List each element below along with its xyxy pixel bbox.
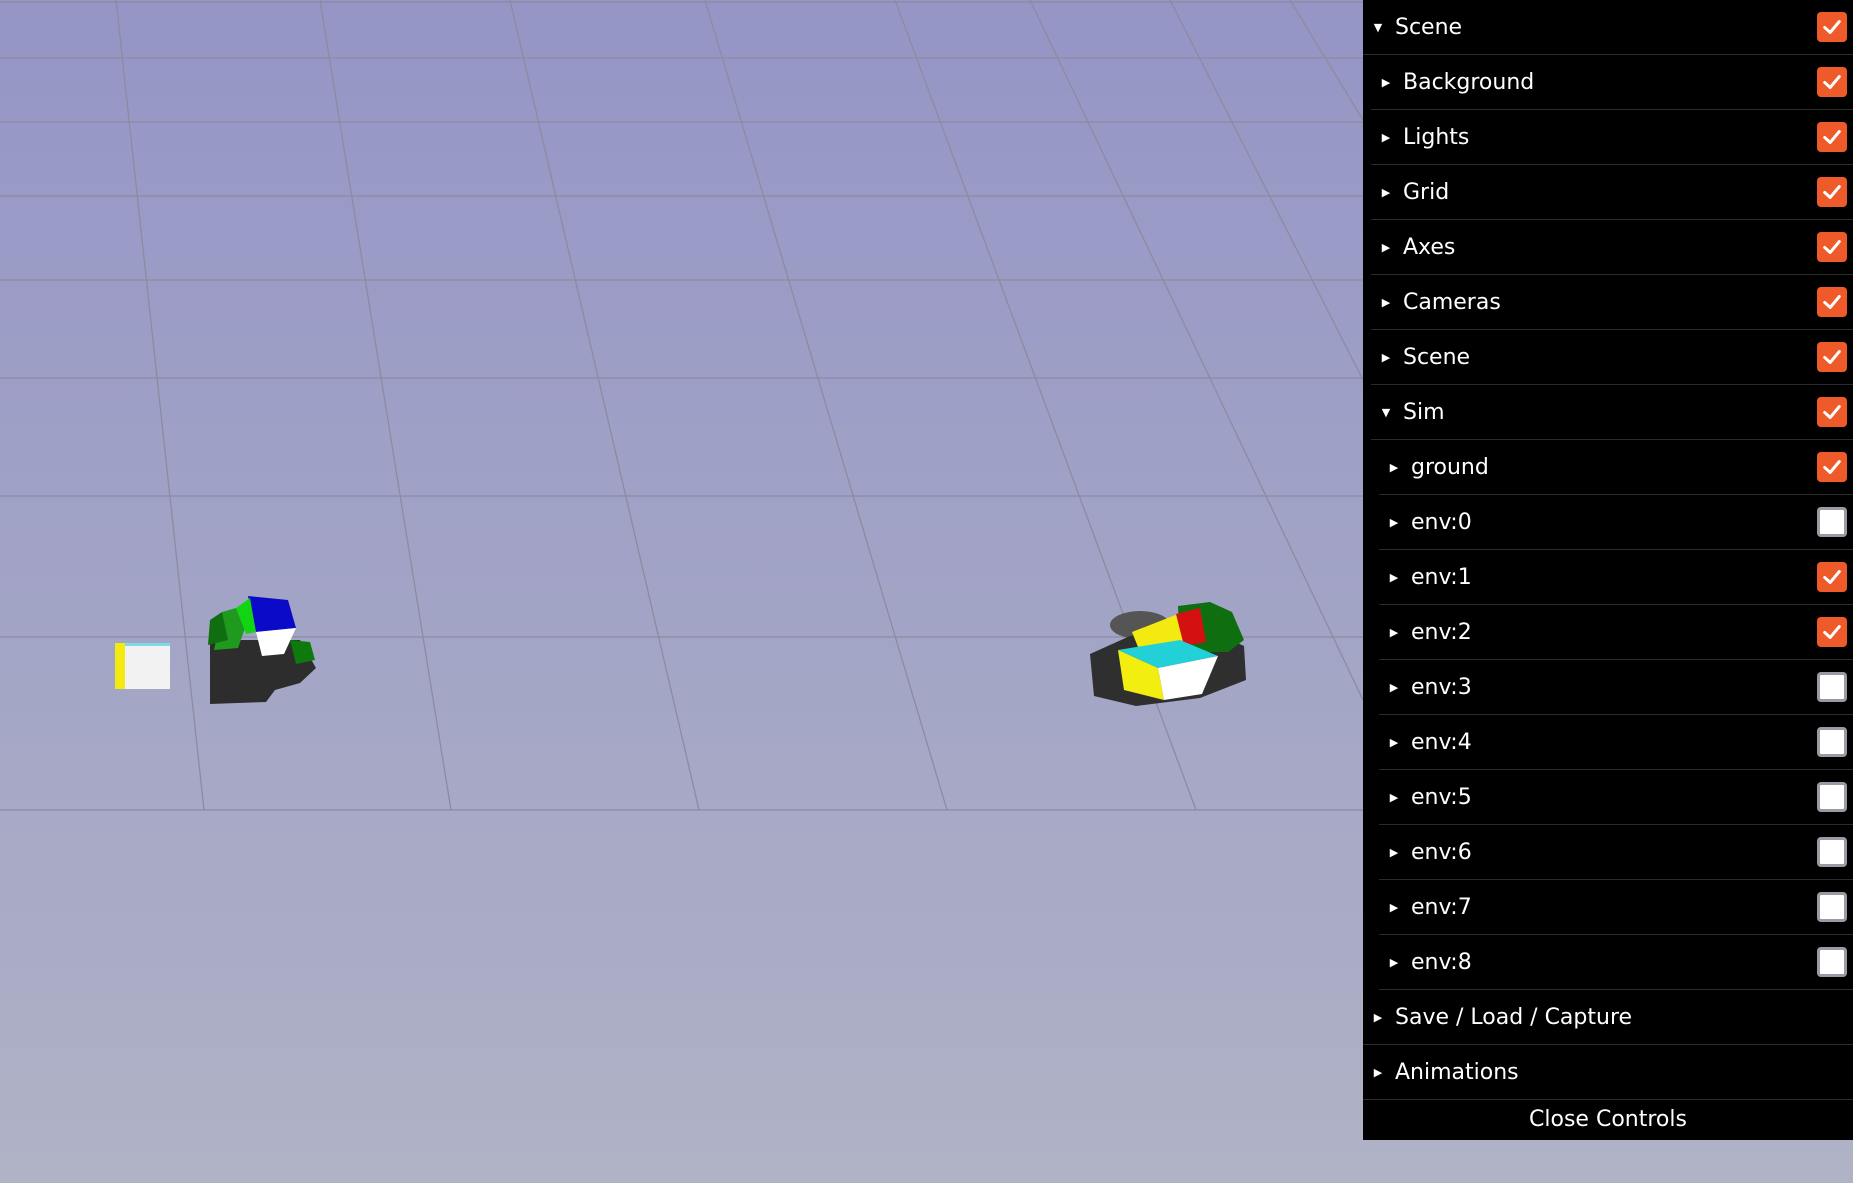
- folder-save-load-capture[interactable]: ▶ Save / Load / Capture: [1363, 990, 1853, 1045]
- checkmark-icon: [1823, 460, 1841, 474]
- chevron-right-icon: ▶: [1381, 241, 1391, 254]
- sim-item-label: env:3: [1411, 675, 1472, 700]
- checkmark-icon: [1823, 570, 1841, 584]
- folder-axes[interactable]: ▶ Axes: [1371, 220, 1853, 275]
- checkmark-icon: [1823, 75, 1841, 89]
- checkmark-icon: [1823, 20, 1841, 34]
- background-visibility-checkbox[interactable]: [1817, 67, 1847, 97]
- folder-animations[interactable]: ▶ Animations: [1363, 1045, 1853, 1100]
- chevron-right-icon: ▶: [1373, 1066, 1383, 1079]
- folder-label: Lights: [1403, 125, 1470, 150]
- sim-item-env-7[interactable]: ▶ env:7: [1379, 880, 1853, 935]
- sim-item-label: env:8: [1411, 950, 1472, 975]
- grid-visibility-checkbox[interactable]: [1817, 177, 1847, 207]
- chevron-right-icon: ▶: [1373, 1011, 1383, 1024]
- folder-label: Axes: [1403, 235, 1456, 260]
- sim-item-label: ground: [1411, 455, 1489, 480]
- chevron-right-icon: ▶: [1389, 461, 1399, 474]
- chevron-right-icon: ▶: [1389, 626, 1399, 639]
- chevron-right-icon: ▶: [1389, 956, 1399, 969]
- env1-robot-hand: [115, 596, 316, 704]
- sim-item-env-1[interactable]: ▶ env:1: [1379, 550, 1853, 605]
- folder-label: Background: [1403, 70, 1535, 95]
- sim-item-env-0[interactable]: ▶ env:0: [1379, 495, 1853, 550]
- checkmark-icon: [1823, 405, 1841, 419]
- chevron-right-icon: ▶: [1389, 516, 1399, 529]
- env-1-visibility-checkbox[interactable]: [1817, 562, 1847, 592]
- folder-sim[interactable]: ▼ Sim: [1371, 385, 1853, 440]
- chevron-right-icon: ▶: [1381, 296, 1391, 309]
- checkmark-icon: [1823, 185, 1841, 199]
- sim-item-label: env:4: [1411, 730, 1472, 755]
- sim-item-env-3[interactable]: ▶ env:3: [1379, 660, 1853, 715]
- env-8-visibility-checkbox[interactable]: [1817, 947, 1847, 977]
- folder-lights[interactable]: ▶ Lights: [1371, 110, 1853, 165]
- chevron-right-icon: ▶: [1389, 681, 1399, 694]
- folder-scene[interactable]: ▶ Scene: [1371, 330, 1853, 385]
- sim-item-label: env:0: [1411, 510, 1472, 535]
- chevron-right-icon: ▶: [1389, 736, 1399, 749]
- env-7-visibility-checkbox[interactable]: [1817, 892, 1847, 922]
- env-6-visibility-checkbox[interactable]: [1817, 837, 1847, 867]
- chevron-right-icon: ▶: [1389, 846, 1399, 859]
- folder-label: Cameras: [1403, 290, 1501, 315]
- chevron-down-icon: ▼: [1373, 21, 1383, 34]
- controls-panel: ▼ Scene ▶ Background ▶ Lights ▶ Grid ▶ Axes ▶ Cam…: [1363, 0, 1853, 1140]
- folder-scene[interactable]: ▼ Scene: [1363, 0, 1853, 55]
- env-5-visibility-checkbox[interactable]: [1817, 782, 1847, 812]
- sim-item-label: env:5: [1411, 785, 1472, 810]
- sim-item-env-8[interactable]: ▶ env:8: [1379, 935, 1853, 990]
- close-controls-button[interactable]: Close Controls: [1363, 1100, 1853, 1140]
- folder-scene-label: Scene: [1395, 15, 1463, 40]
- folder-save-load-capture-label: Save / Load / Capture: [1395, 1005, 1633, 1030]
- chevron-right-icon: ▶: [1381, 76, 1391, 89]
- folder-label: Scene: [1403, 345, 1471, 370]
- env-0-visibility-checkbox[interactable]: [1817, 507, 1847, 537]
- checkmark-icon: [1823, 625, 1841, 639]
- sim-item-env-5[interactable]: ▶ env:5: [1379, 770, 1853, 825]
- axes-visibility-checkbox[interactable]: [1817, 232, 1847, 262]
- sim-item-env-4[interactable]: ▶ env:4: [1379, 715, 1853, 770]
- sim-item-label: env:7: [1411, 895, 1472, 920]
- lights-visibility-checkbox[interactable]: [1817, 122, 1847, 152]
- chevron-right-icon: ▶: [1389, 901, 1399, 914]
- chevron-down-icon: ▼: [1381, 406, 1391, 419]
- chevron-right-icon: ▶: [1381, 131, 1391, 144]
- checkmark-icon: [1823, 295, 1841, 309]
- folder-sim-label: Sim: [1403, 400, 1445, 425]
- scene-visibility-checkbox[interactable]: [1817, 12, 1847, 42]
- cameras-visibility-checkbox[interactable]: [1817, 287, 1847, 317]
- checkmark-icon: [1823, 350, 1841, 364]
- scene-visibility-checkbox[interactable]: [1817, 342, 1847, 372]
- ground-visibility-checkbox[interactable]: [1817, 452, 1847, 482]
- folder-animations-label: Animations: [1395, 1060, 1519, 1085]
- folder-cameras[interactable]: ▶ Cameras: [1371, 275, 1853, 330]
- chevron-right-icon: ▶: [1381, 186, 1391, 199]
- sim-item-label: env:1: [1411, 565, 1472, 590]
- env-2-visibility-checkbox[interactable]: [1817, 617, 1847, 647]
- checkmark-icon: [1823, 130, 1841, 144]
- sim-item-env-6[interactable]: ▶ env:6: [1379, 825, 1853, 880]
- checkmark-icon: [1823, 240, 1841, 254]
- chevron-right-icon: ▶: [1389, 791, 1399, 804]
- folder-label: Grid: [1403, 180, 1450, 205]
- sim-visibility-checkbox[interactable]: [1817, 397, 1847, 427]
- env-4-visibility-checkbox[interactable]: [1817, 727, 1847, 757]
- folder-background[interactable]: ▶ Background: [1371, 55, 1853, 110]
- sim-item-label: env:6: [1411, 840, 1472, 865]
- folder-grid[interactable]: ▶ Grid: [1371, 165, 1853, 220]
- sim-item-ground[interactable]: ▶ ground: [1379, 440, 1853, 495]
- sim-item-label: env:2: [1411, 620, 1472, 645]
- scene-render: [0, 0, 1363, 811]
- sim-item-env-2[interactable]: ▶ env:2: [1379, 605, 1853, 660]
- env2-robot-hand: [1090, 602, 1246, 706]
- chevron-right-icon: ▶: [1389, 571, 1399, 584]
- env-3-visibility-checkbox[interactable]: [1817, 672, 1847, 702]
- chevron-right-icon: ▶: [1381, 351, 1391, 364]
